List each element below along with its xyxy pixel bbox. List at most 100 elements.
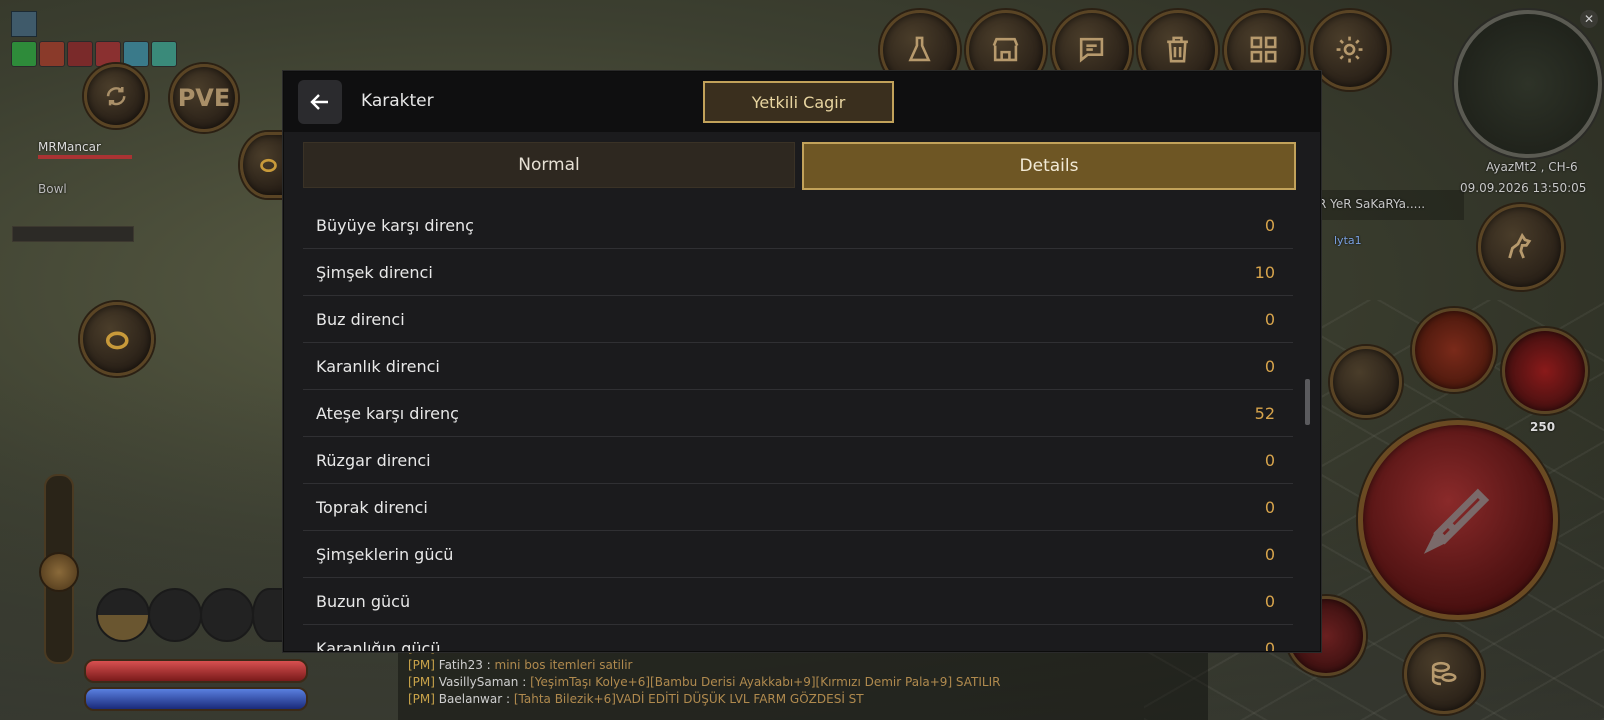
call-gm-button[interactable]: Yetkili Cagir (703, 81, 894, 123)
stat-value: 52 (1254, 403, 1275, 423)
stat-row: Şimşek direnci 10 (303, 249, 1293, 296)
stat-value: 0 (1264, 309, 1275, 329)
sword-icon (1423, 488, 1490, 555)
pve-button[interactable]: PVE (170, 64, 238, 132)
skill-button-1[interactable] (1412, 308, 1496, 392)
mount-button[interactable] (1478, 204, 1564, 290)
back-button[interactable] (298, 80, 342, 124)
panel-title: Karakter (361, 91, 434, 111)
nearby-player-name: lyta1 (1334, 234, 1362, 247)
minimap[interactable] (1454, 10, 1602, 158)
chat-bubble-icon (1080, 38, 1104, 64)
stat-label: Buz direnci (316, 309, 405, 329)
skill-button-2[interactable] (1330, 346, 1402, 418)
stat-value: 0 (1264, 356, 1275, 376)
stat-value: 10 (1254, 262, 1275, 282)
scrollbar-thumb[interactable] (1305, 379, 1310, 425)
store-icon (993, 38, 1019, 62)
chat-sender: VasillySaman : (438, 675, 527, 689)
party-member-2[interactable]: Bowl (38, 182, 67, 196)
stat-label: Şimşek direnci (316, 262, 433, 282)
panel-header: Karakter Yetkili Cagir (284, 72, 1320, 132)
stat-value: 0 (1264, 215, 1275, 235)
potion-slot[interactable] (1502, 328, 1588, 414)
skill-slot-2[interactable] (148, 588, 202, 642)
party-panel: MRMancar Bowl (12, 138, 134, 210)
chat-log[interactable]: [PM] Shiranui : İTEMCİ ÜZERİ UYGUNA M AL… (398, 640, 1208, 720)
stat-row: Rüzgar direnci 0 (303, 437, 1293, 484)
stat-value: 0 (1264, 591, 1275, 611)
chat-line: [PM] Baelanwar : [Tahta Bilezik+6]VADİ E… (408, 691, 1208, 708)
scrollbar-track[interactable] (1305, 202, 1310, 651)
skill-slot-4[interactable] (252, 588, 286, 642)
inventory-button[interactable] (1404, 634, 1484, 714)
ring-icon (105, 331, 129, 350)
trash-icon (1167, 37, 1189, 63)
switch-button[interactable] (84, 64, 148, 128)
stat-label: Toprak direnci (316, 497, 428, 517)
chat-sender: Fatih23 : (438, 658, 491, 672)
attack-button[interactable] (1358, 420, 1558, 620)
stat-label: Karanlığın gücü (316, 638, 441, 652)
guild-tag: R YeR SaKaRYa..... (1318, 197, 1426, 211)
stat-row: Toprak direnci 0 (303, 484, 1293, 531)
datetime-label: 09.09.2026 13:50:05 (1460, 181, 1587, 195)
stat-value: 0 (1264, 450, 1275, 470)
stat-row: Büyüye karşı direnç 0 (303, 202, 1293, 249)
chat-tag: [PM] (408, 658, 435, 672)
item-count: 250 (1530, 420, 1556, 434)
hp-bar (84, 659, 308, 683)
character-panel: Karakter Yetkili Cagir Normal Details Bü… (283, 71, 1321, 652)
skill-slot-1[interactable] (96, 588, 150, 642)
chat-sender: Baelanwar : (438, 692, 511, 706)
stat-label: Büyüye karşı direnç (316, 215, 474, 235)
stat-label: Buzun gücü (316, 591, 411, 611)
stat-row: Buz direnci 0 (303, 296, 1293, 343)
chat-tag: [PM] (408, 692, 435, 706)
settings-button[interactable] (1310, 10, 1390, 90)
stat-label: Ateşe karşı direnç (316, 403, 459, 423)
chat-message: mini bos itemleri satilir (490, 658, 633, 672)
buff-icon-3 (67, 41, 93, 67)
minimap-label: AyazMt2 , CH-6 (1486, 160, 1578, 174)
weapon-slot-icon[interactable] (11, 11, 37, 37)
pve-label: PVE (177, 84, 231, 112)
chat-tag: [PM] (408, 675, 435, 689)
stat-label: Şimşeklerin gücü (316, 544, 454, 564)
ring-slot-left[interactable] (80, 302, 154, 376)
party-hp-bar (38, 155, 132, 159)
stat-value: 0 (1264, 544, 1275, 564)
stat-label: Karanlık direnci (316, 356, 440, 376)
chat-message: [YeşimTaşı Kolye+6][Bambu Derisi Ayakkab… (526, 675, 1001, 689)
stat-row: Şimşeklerin gücü 0 (303, 531, 1293, 578)
tab-normal[interactable]: Normal (303, 142, 795, 188)
ring-icon (259, 159, 277, 173)
skill-slot-3[interactable] (200, 588, 254, 642)
stat-label: Rüzgar direnci (316, 450, 431, 470)
minimap-close-icon[interactable]: ✕ (1580, 10, 1598, 28)
stat-row: Karanlık direnci 0 (303, 343, 1293, 390)
camera-slider[interactable] (39, 474, 79, 664)
stat-row: Karanlığın gücü 0 (303, 625, 1293, 652)
party-member-1[interactable]: MRMancar (38, 140, 101, 154)
party-collapse-button[interactable] (12, 226, 134, 242)
gear-icon (1337, 37, 1363, 63)
coins-icon (1432, 662, 1457, 686)
stat-row: Buzun gücü 0 (303, 578, 1293, 625)
grid-icon (1251, 37, 1277, 63)
stats-list[interactable]: Büyüye karşı direnç 0 Şimşek direnci 10 Bu… (303, 202, 1293, 651)
stat-value: 0 (1264, 497, 1275, 517)
buff-icon-2 (39, 41, 65, 67)
mp-bar (84, 687, 308, 711)
tab-details[interactable]: Details (802, 142, 1296, 190)
stat-value: 0 (1264, 638, 1275, 652)
refresh-icon (106, 86, 126, 106)
arrow-left-icon (310, 94, 328, 110)
chat-line: [PM] Fatih23 : mini bos itemleri satilir (408, 657, 1208, 674)
buff-icon-5 (123, 41, 149, 67)
buff-icon-6 (151, 41, 177, 67)
buff-icon-1 (11, 41, 37, 67)
chat-message: [Tahta Bilezik+6]VADİ EDİTİ DÜŞÜK LVL FA… (510, 692, 864, 706)
slider-handle[interactable] (39, 552, 79, 592)
flask-icon (908, 37, 932, 62)
